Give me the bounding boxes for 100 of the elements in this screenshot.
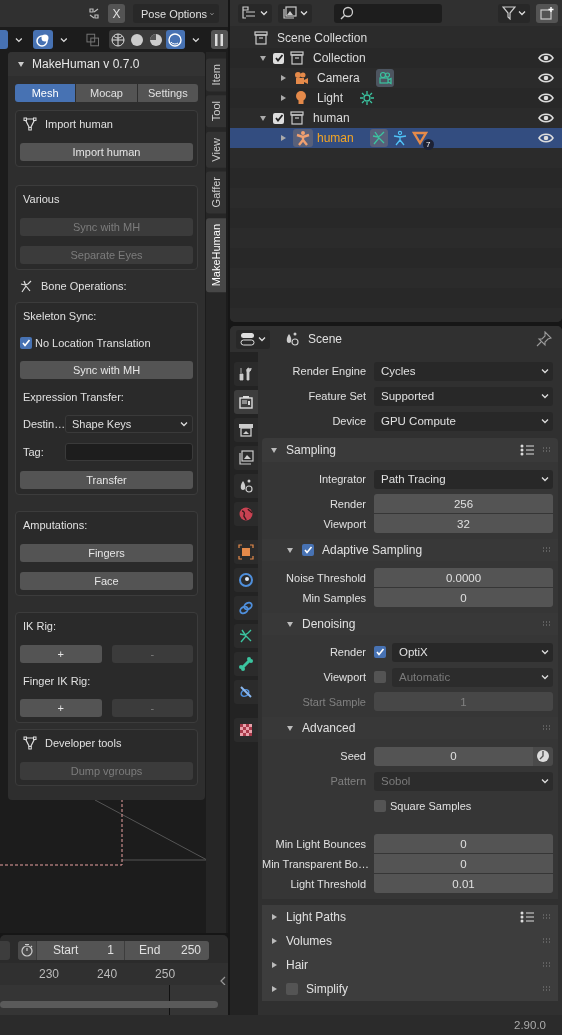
collapse-triangle-icon[interactable] [17, 60, 25, 68]
armature-data-icon[interactable] [369, 129, 388, 147]
dropdown[interactable]: Cycles [374, 361, 553, 381]
close-button[interactable]: X [108, 4, 125, 23]
disclosure-triangle-icon[interactable] [259, 114, 267, 122]
outliner-row[interactable]: human [230, 108, 562, 128]
drag-grip-icon[interactable] [542, 986, 552, 992]
action-button[interactable]: Import human [20, 143, 193, 161]
number-field[interactable]: 0 [374, 588, 553, 607]
stopwatch-button[interactable] [18, 940, 36, 960]
properties-tab[interactable] [234, 540, 258, 564]
drag-grip-icon[interactable] [542, 914, 552, 920]
checkbox[interactable] [374, 800, 386, 812]
properties-tab[interactable] [234, 718, 258, 742]
number-field[interactable]: 32 [374, 514, 553, 533]
action-button[interactable]: Fingers [20, 544, 193, 562]
properties-tab[interactable] [234, 418, 258, 442]
panel-header[interactable]: Light Paths [262, 905, 558, 929]
outliner-row[interactable]: human 7 [230, 128, 562, 148]
tab[interactable]: Mesh [15, 84, 76, 102]
text-field[interactable] [65, 443, 193, 461]
drag-grip-icon[interactable] [542, 621, 552, 627]
disclosure-triangle-icon[interactable] [279, 94, 287, 102]
eye-icon[interactable] [538, 132, 554, 144]
dropdown[interactable]: Supported [374, 386, 553, 406]
filter-mode-button[interactable] [278, 3, 312, 23]
properties-tab[interactable] [234, 390, 258, 414]
frame-field[interactable] [0, 940, 10, 960]
search-field[interactable] [334, 3, 442, 23]
chevron-icon[interactable] [191, 35, 200, 44]
number-field[interactable]: 0 [374, 834, 553, 853]
panel-header[interactable]: Adaptive Sampling [262, 539, 558, 561]
dropdown[interactable]: OptiX [392, 642, 553, 662]
scrollbar[interactable] [0, 1001, 218, 1008]
action-button[interactable]: + [20, 645, 102, 663]
properties-tab[interactable] [234, 624, 258, 648]
shading-button[interactable] [108, 30, 128, 49]
properties-tab[interactable] [234, 680, 258, 704]
number-field[interactable]: 0.0000 [374, 568, 553, 587]
overlay-button[interactable] [33, 30, 53, 49]
disclosure-triangle-icon[interactable] [279, 74, 287, 82]
checkbox[interactable] [302, 544, 314, 556]
panel-header[interactable]: Denoising [262, 613, 558, 635]
list-icon[interactable] [520, 444, 534, 456]
checkbox[interactable] [273, 112, 284, 124]
eye-icon[interactable] [538, 112, 554, 124]
tab[interactable]: Mocap [76, 84, 137, 102]
action-button[interactable]: Sync with MH [20, 361, 193, 379]
sidebar-tab[interactable]: Item [206, 58, 226, 92]
xray-toggle-icon[interactable] [86, 32, 100, 47]
number-field[interactable]: 0.01 [374, 874, 553, 893]
sun-icon[interactable] [359, 90, 376, 106]
panel-header[interactable]: Sampling [262, 438, 558, 462]
outliner-row[interactable]: Light [230, 88, 562, 108]
action-button[interactable]: + [20, 699, 102, 717]
dropdown[interactable]: Path Tracing [374, 469, 553, 489]
camera-data-icon[interactable] [375, 69, 394, 87]
sidebar-tab[interactable]: MakeHuman [206, 217, 226, 292]
tab[interactable]: Settings [137, 84, 198, 102]
panel-header[interactable]: Hair [262, 953, 558, 977]
action-button[interactable]: Transfer [20, 471, 193, 489]
drag-grip-icon[interactable] [542, 962, 552, 968]
list-icon[interactable] [520, 911, 534, 923]
eye-icon[interactable] [538, 52, 554, 64]
display-mode-button[interactable] [238, 3, 272, 23]
checkbox[interactable] [273, 52, 284, 64]
editor-type-button[interactable] [236, 329, 270, 349]
panel-header[interactable]: Advanced [262, 717, 558, 739]
eye-icon[interactable] [538, 72, 554, 84]
disclosure-triangle-icon[interactable] [279, 134, 287, 142]
drag-grip-icon[interactable] [542, 725, 552, 731]
end-frame-field[interactable]: End 250 [125, 940, 209, 960]
number-field[interactable]: 0 [374, 746, 533, 766]
sidebar-tab[interactable]: Tool [206, 95, 226, 128]
pose-figure-icon[interactable] [391, 130, 408, 146]
outliner-row[interactable]: Camera [230, 68, 562, 88]
eye-icon[interactable] [538, 92, 554, 104]
pin-icon[interactable] [536, 331, 552, 347]
chevron-icon[interactable] [59, 35, 68, 44]
checkbox[interactable] [20, 337, 32, 349]
outliner-row[interactable]: Scene Collection [230, 28, 562, 48]
number-field[interactable]: 256 [374, 494, 553, 513]
outliner-row[interactable]: Collection [230, 48, 562, 68]
start-frame-field[interactable]: Start 1 [37, 940, 124, 960]
disclosure-triangle-icon[interactable] [259, 54, 267, 62]
toggle-button[interactable] [210, 30, 228, 49]
properties-tab[interactable] [234, 446, 258, 470]
pose-options-dropdown[interactable]: Pose Options [133, 4, 219, 23]
properties-tab[interactable] [234, 652, 258, 676]
drag-grip-icon[interactable] [542, 938, 552, 944]
panel-header[interactable]: Simplify [262, 977, 558, 1001]
properties-tab[interactable] [234, 596, 258, 620]
chevron-icon[interactable] [14, 35, 23, 44]
panel-header[interactable]: Volumes [262, 929, 558, 953]
sidebar-tab[interactable]: View [206, 131, 226, 168]
checkbox[interactable] [374, 646, 386, 658]
filter-button[interactable] [498, 3, 530, 23]
properties-tab[interactable] [234, 362, 258, 386]
time-seed-button[interactable] [533, 746, 553, 766]
number-field[interactable]: 0 [374, 854, 553, 873]
